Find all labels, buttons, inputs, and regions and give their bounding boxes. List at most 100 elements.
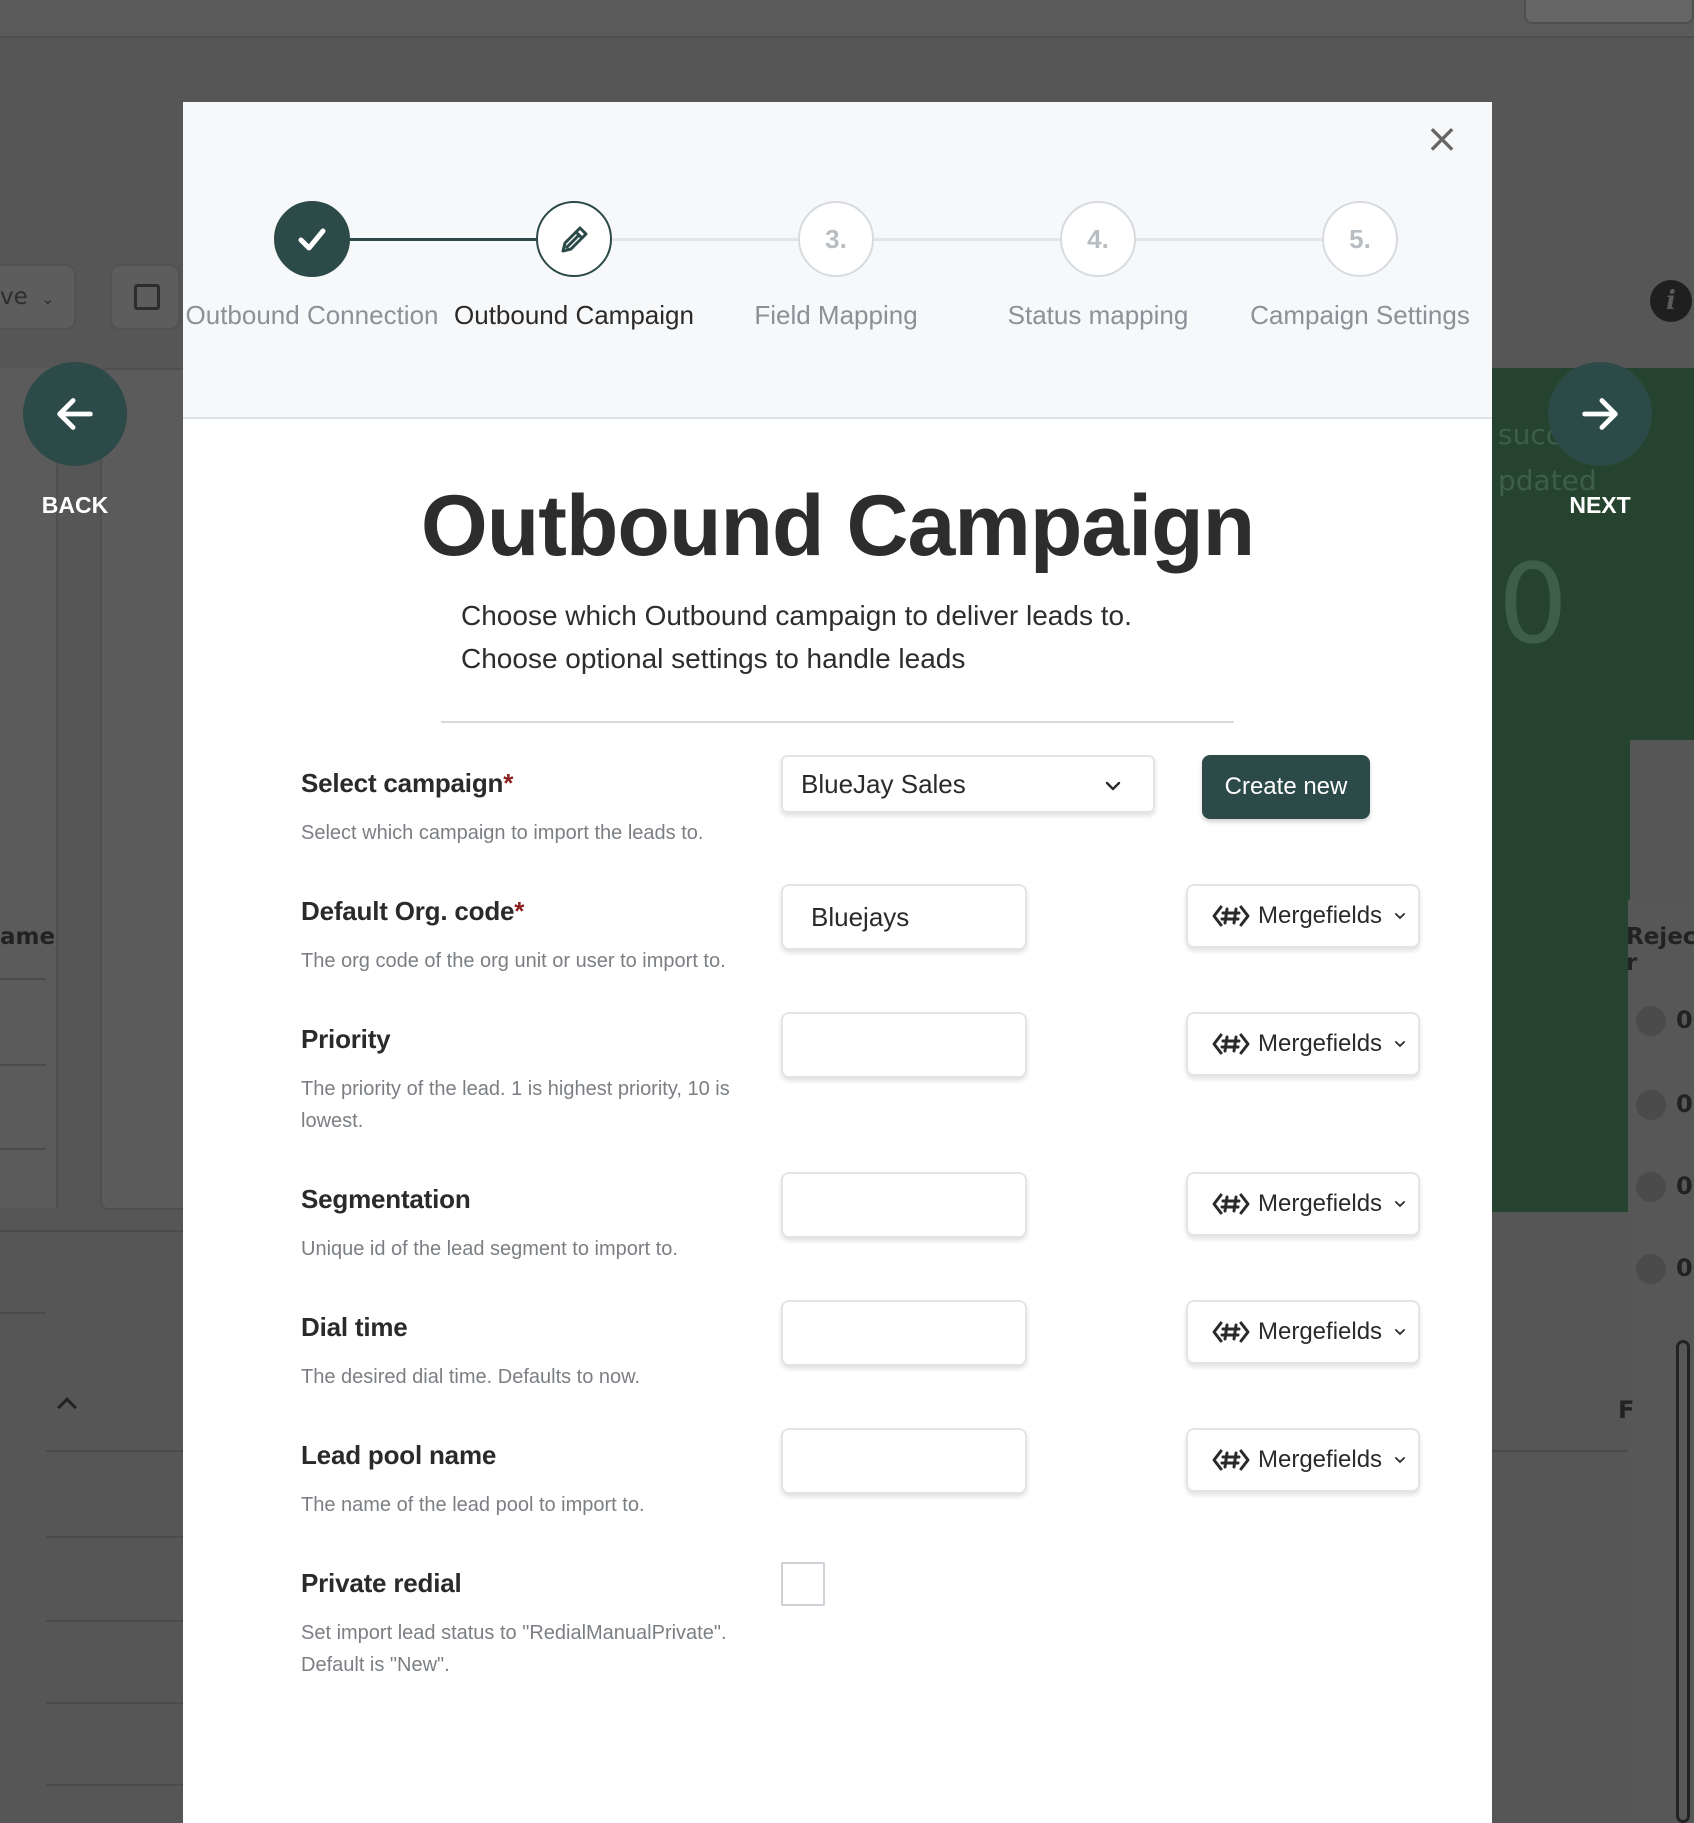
mergefields-icon (1212, 1449, 1250, 1471)
checkmark-icon (298, 228, 326, 251)
background-top-pill (1524, 0, 1694, 24)
calendar-icon (110, 264, 180, 330)
background-divider (0, 1148, 46, 1150)
background-divider (1492, 1450, 1628, 1452)
step-connector (574, 238, 836, 241)
lead-pool-mergefields-button[interactable]: Mergefields (1186, 1428, 1420, 1492)
wizard-header: × Outbound Connection Outbound Campaign … (183, 102, 1492, 419)
org-code-help: The org code of the org unit or user to … (301, 950, 726, 972)
private-redial-row: Private redial Set import lead status to… (301, 1562, 1401, 1681)
background-divider (0, 1230, 183, 1232)
select-campaign-row: Select campaign* Select which campaign t… (301, 755, 1401, 849)
arrow-left-icon (57, 398, 93, 430)
step-2-label[interactable]: Outbound Campaign (443, 300, 705, 331)
org-code-input[interactable]: Bluejays (781, 884, 1027, 950)
chevron-down-icon (1395, 1329, 1405, 1336)
mergefields-label: Mergefields (1258, 1030, 1383, 1057)
step-1-circle[interactable] (274, 201, 350, 277)
background-cell: 0 (1676, 1006, 1693, 1034)
step-4-circle[interactable]: 4. (1060, 201, 1136, 277)
mergefields-icon (1212, 1321, 1250, 1343)
background-cell: F (1618, 1396, 1635, 1424)
background-status-dot (1636, 1006, 1666, 1036)
chevron-down-icon (1395, 1201, 1405, 1208)
step-connector (836, 238, 1098, 241)
dial-time-mergefields-button[interactable]: Mergefields (1186, 1300, 1420, 1364)
segmentation-help: Unique id of the lead segment to import … (301, 1238, 678, 1260)
step-connector (312, 238, 574, 241)
background-filter-select: ve ⌄ (0, 264, 76, 330)
wizard-stepper: Outbound Connection Outbound Campaign 3.… (183, 102, 1492, 419)
mergefields-label: Mergefields (1258, 1318, 1383, 1345)
priority-input[interactable] (781, 1012, 1027, 1078)
background-scrollbar (1676, 1340, 1690, 1823)
dial-time-input[interactable] (781, 1300, 1027, 1366)
segmentation-mergefields-button[interactable]: Mergefields (1186, 1172, 1420, 1236)
step-5-label[interactable]: Campaign Settings (1229, 300, 1491, 331)
background-divider (46, 1450, 183, 1452)
background-divider (46, 1620, 183, 1622)
chevron-down-icon (1395, 1457, 1405, 1464)
create-new-button[interactable]: Create new (1202, 755, 1370, 819)
background-divider (0, 1312, 46, 1314)
background-topbar (0, 0, 1694, 38)
mergefields-icon (1212, 1033, 1250, 1055)
mergefields-label: Mergefields (1258, 1446, 1383, 1473)
priority-mergefields-button[interactable]: Mergefields (1186, 1012, 1420, 1076)
chevron-up-icon (57, 1397, 77, 1417)
wizard-modal: × Outbound Connection Outbound Campaign … (183, 102, 1492, 1823)
required-marker: * (503, 768, 514, 798)
select-campaign-help: Select which campaign to import the lead… (301, 822, 704, 844)
background-stat-value: 0 (1498, 540, 1568, 668)
step-5-circle[interactable]: 5. (1322, 201, 1398, 277)
step-1-label[interactable]: Outbound Connection (181, 300, 443, 331)
dial-time-help: The desired dial time. Defaults to now. (301, 1366, 641, 1388)
lead-pool-help: The name of the lead pool to import to. (301, 1494, 645, 1516)
segmentation-input[interactable] (781, 1172, 1027, 1238)
required-marker: * (514, 896, 525, 926)
background-status-dot (1636, 1172, 1666, 1202)
next-button[interactable] (1548, 362, 1652, 466)
background-select-text: ve (0, 284, 28, 310)
segmentation-row: Segmentation Unique id of the lead segme… (301, 1172, 1420, 1265)
org-code-mergefields-button[interactable]: Mergefields (1186, 884, 1420, 948)
step-2-circle[interactable] (536, 201, 612, 277)
background-cell: 0 (1676, 1254, 1693, 1282)
priority-help: The priority of the lead. 1 is highest p… (301, 1078, 730, 1132)
background-divider (0, 1064, 46, 1066)
private-redial-checkbox[interactable] (781, 1562, 825, 1606)
step-4-label[interactable]: Status mapping (967, 300, 1229, 331)
mergefields-icon (1212, 905, 1250, 927)
background-column-header: Reject r (1626, 924, 1694, 976)
pencil-icon (561, 226, 588, 253)
arrow-right-icon (1582, 398, 1618, 430)
back-button[interactable] (23, 362, 127, 466)
step-3-circle[interactable]: 3. (798, 201, 874, 277)
mergefields-icon (1212, 1193, 1250, 1215)
lead-pool-input[interactable] (781, 1428, 1027, 1494)
background-status-dot (1636, 1090, 1666, 1120)
divider (441, 721, 1234, 723)
background-divider (46, 1784, 183, 1786)
chevron-down-icon (1395, 913, 1405, 920)
private-redial-help: Set import lead status to "RedialManualP… (301, 1622, 727, 1676)
lead-pool-row: Lead pool name The name of the lead pool… (301, 1428, 1420, 1521)
background-stat-card (1480, 740, 1630, 1212)
back-label: BACK (41, 492, 109, 518)
chevron-down-icon (1395, 1041, 1405, 1048)
org-code-row: Default Org. code* The org code of the o… (301, 884, 1420, 977)
background-divider (46, 1702, 183, 1704)
chevron-down-icon (1105, 781, 1121, 791)
background-cell: 0 (1676, 1172, 1693, 1200)
page-description: Choose which Outbound campaign to delive… (461, 600, 1132, 674)
info-icon: i (1650, 280, 1692, 322)
background-divider (46, 1536, 183, 1538)
background-status-dot (1636, 1254, 1666, 1284)
mergefields-label: Mergefields (1258, 902, 1383, 929)
step-3-label[interactable]: Field Mapping (705, 300, 967, 331)
background-cell: 0 (1676, 1090, 1693, 1118)
campaign-select[interactable]: BlueJay Sales (781, 755, 1155, 813)
private-redial-label: Private redial (301, 1568, 462, 1598)
campaign-select-value: BlueJay Sales (801, 768, 966, 799)
dial-time-row: Dial time The desired dial time. Default… (301, 1300, 1420, 1393)
